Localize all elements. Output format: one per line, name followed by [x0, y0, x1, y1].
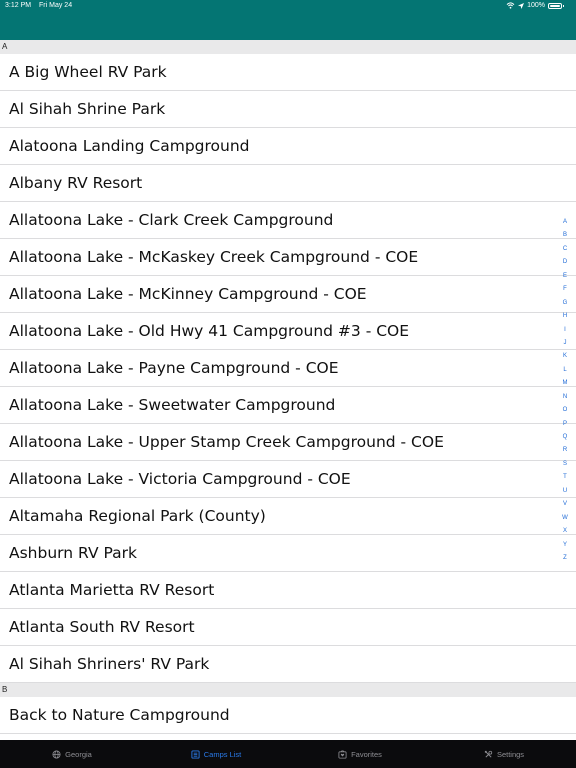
index-letter-g[interactable]: G: [563, 297, 568, 310]
tab-settings[interactable]: Settings: [432, 740, 576, 768]
campground-row[interactable]: Atlanta Marietta RV Resort: [0, 572, 576, 609]
campground-row[interactable]: Allatoona Lake - McKaskey Creek Campgrou…: [0, 239, 576, 276]
battery-percent: 100%: [527, 2, 545, 9]
index-letter-f[interactable]: F: [563, 283, 567, 296]
campground-row[interactable]: Allatoona Lake - Upper Stamp Creek Campg…: [0, 424, 576, 461]
campground-row[interactable]: Al Sihah Shriners' RV Park: [0, 646, 576, 683]
campground-row[interactable]: A Big Wheel RV Park: [0, 54, 576, 91]
index-letter-t[interactable]: T: [563, 471, 567, 484]
tab-camps-list[interactable]: Camps List: [144, 740, 288, 768]
settings-icon: [484, 750, 493, 758]
tab-label: Favorites: [351, 749, 382, 759]
index-letter-m[interactable]: M: [563, 377, 568, 390]
index-letter-j[interactable]: J: [564, 337, 567, 350]
index-letter-c[interactable]: C: [563, 243, 567, 256]
campground-row[interactable]: Atlanta South RV Resort: [0, 609, 576, 646]
camps-list[interactable]: AA Big Wheel RV Park Al Sihah Shrine Park…: [0, 40, 576, 740]
index-letter-q[interactable]: Q: [563, 431, 568, 444]
index-letter-z[interactable]: Z: [563, 552, 567, 565]
wifi-icon: [506, 2, 515, 9]
tab-label: Settings: [496, 749, 525, 759]
status-right: 100%: [506, 2, 564, 9]
index-letter-r[interactable]: R: [563, 444, 567, 457]
tab-georgia[interactable]: Georgia: [0, 740, 144, 768]
index-letter-k[interactable]: K: [563, 350, 567, 363]
index-letter-o[interactable]: O: [563, 404, 568, 417]
index-letter-d[interactable]: D: [563, 256, 567, 269]
index-letter-y[interactable]: Y: [563, 539, 567, 552]
tab-label: Georgia: [65, 749, 92, 759]
index-letter-x[interactable]: X: [563, 525, 567, 538]
index-letter-l[interactable]: L: [563, 364, 566, 377]
campground-row[interactable]: Back to Nature Campground: [0, 697, 576, 734]
status-bar: 3:12 PM Fri May 24 100%: [0, 0, 576, 40]
campground-row[interactable]: Albany RV Resort: [0, 165, 576, 202]
index-letter-s[interactable]: S: [563, 458, 567, 471]
index-letter-i[interactable]: I: [564, 324, 566, 337]
campground-row[interactable]: Al Sihah Shrine Park: [0, 91, 576, 128]
campground-row[interactable]: Allatoona Lake - Sweetwater Campground: [0, 387, 576, 424]
index-letter-b[interactable]: B: [563, 229, 567, 242]
tab-favorites[interactable]: Favorites: [288, 740, 432, 768]
status-left: 3:12 PM Fri May 24: [5, 2, 78, 9]
campground-row[interactable]: Allatoona Lake - Victoria Campground - C…: [0, 461, 576, 498]
tab-bar: Georgia Camps List Favorites Settings: [0, 740, 576, 768]
index-letter-a[interactable]: A: [563, 216, 567, 229]
campground-row[interactable]: Ashburn RV Park: [0, 535, 576, 572]
location-icon: [518, 2, 525, 9]
index-letter-e[interactable]: E: [563, 270, 567, 283]
list-icon: [191, 749, 200, 759]
section-index[interactable]: ABCDEFGHIJKLMNOPQRSTUVWXYZ: [559, 216, 571, 565]
status-date: Fri May 24: [39, 2, 73, 9]
index-letter-h[interactable]: H: [563, 310, 567, 323]
globe-icon: [52, 749, 61, 759]
status-time: 3:12 PM: [5, 2, 32, 9]
section-header: A: [0, 40, 576, 54]
campground-row[interactable]: Allatoona Lake - McKinney Campground - C…: [0, 276, 576, 313]
campground-row[interactable]: Alatoona Landing Campground: [0, 128, 576, 165]
index-letter-u[interactable]: U: [563, 485, 567, 498]
index-letter-v[interactable]: V: [563, 498, 567, 511]
index-letter-n[interactable]: N: [563, 391, 567, 404]
campground-row[interactable]: Allatoona Lake - Clark Creek Campground: [0, 202, 576, 239]
campground-row[interactable]: Allatoona Lake - Payne Campground - COE: [0, 350, 576, 387]
battery-icon: [548, 2, 564, 9]
campground-row[interactable]: Altamaha Regional Park (County): [0, 498, 576, 535]
campground-row[interactable]: Allatoona Lake - Old Hwy 41 Campground #…: [0, 313, 576, 350]
section-header: B: [0, 683, 576, 697]
index-letter-p[interactable]: P: [563, 418, 567, 431]
tab-label: Camps List: [203, 749, 242, 759]
index-letter-w[interactable]: W: [562, 512, 568, 525]
favorites-icon: [338, 749, 347, 759]
